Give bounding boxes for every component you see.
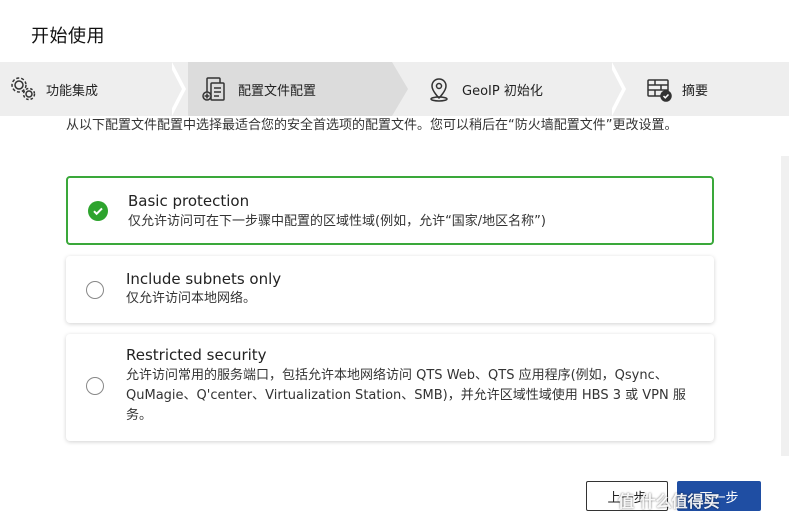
firewall-check-icon: [644, 74, 674, 104]
step-label: 摘要: [682, 83, 709, 99]
gear-cluster-icon: [8, 74, 38, 104]
step-feature-integration: 功能集成: [8, 62, 98, 116]
intro-text: 从以下配置文件配置中选择最适合您的安全首选项的配置文件。您可以稍后在“防火墙配置…: [66, 118, 678, 133]
option-title: Restricted security: [126, 346, 267, 364]
step-profile-config: 配置文件配置: [200, 62, 316, 116]
radio-button[interactable]: [86, 377, 104, 395]
watermark-text: 值 什么值得买: [618, 492, 720, 511]
option-restricted-security[interactable]: Restricted security 允许访问常用的服务端口，包括允许本地网络…: [66, 334, 714, 441]
step-separator-inner: [608, 62, 622, 116]
location-pin-icon: [424, 74, 454, 104]
option-description: 仅允许访问可在下一步骤中配置的区域性域(例如，允许“国家/地区名称”): [128, 214, 546, 229]
radio-button[interactable]: [86, 281, 104, 299]
option-title: Basic protection: [128, 192, 250, 210]
document-add-icon: [200, 74, 230, 104]
step-label: 配置文件配置: [238, 83, 317, 99]
option-description: 仅允许访问本地网络。: [126, 291, 257, 306]
setup-dialog: 开始使用 功能集成 配置文件配置 GeoIP 初始化 摘要 从以下配置文件配置中…: [0, 0, 789, 530]
option-description: 允许访问常用的服务端口，包括允许本地网络访问 QTS Web、QTS 应用程序(…: [126, 368, 686, 423]
step-label: GeoIP 初始化: [462, 83, 543, 99]
step-separator-inner: [168, 62, 182, 116]
scrollbar[interactable]: [781, 156, 789, 456]
step-geoip-init: GeoIP 初始化: [424, 62, 543, 116]
dialog-title: 开始使用: [31, 26, 105, 47]
option-title: Include subnets only: [126, 270, 282, 288]
option-basic-protection[interactable]: Basic protection 仅允许访问可在下一步骤中配置的区域性域(例如，…: [66, 176, 714, 245]
step-label: 功能集成: [46, 83, 99, 99]
selected-check-icon[interactable]: [88, 201, 108, 221]
active-step-arrow: [392, 62, 408, 116]
step-summary: 摘要: [644, 62, 708, 116]
wizard-stepper: 功能集成 配置文件配置 GeoIP 初始化 摘要: [0, 62, 789, 116]
option-include-subnets[interactable]: Include subnets only 仅允许访问本地网络。: [66, 256, 714, 323]
